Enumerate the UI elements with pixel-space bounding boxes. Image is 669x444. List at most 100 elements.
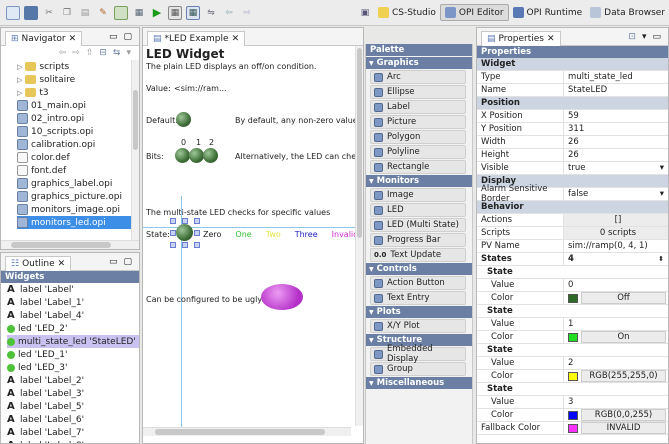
close-icon[interactable]: ✕: [232, 34, 240, 44]
led-bit-1[interactable]: [189, 148, 204, 163]
layout-icon[interactable]: ▦: [132, 6, 146, 20]
tree-item[interactable]: monitors_textupdate.o: [17, 229, 139, 230]
properties-tab[interactable]: ▤ Properties ✕: [481, 30, 561, 46]
palette-item[interactable]: Polygon: [370, 130, 466, 144]
outline-item[interactable]: multi_state_led 'StateLED': [7, 335, 139, 348]
collapse-all-icon[interactable]: ⊟: [99, 48, 107, 58]
property-value[interactable]: sim://ramp(0, 4, 1): [563, 240, 668, 252]
dropdown-arrow-icon[interactable]: ▾: [660, 189, 668, 199]
tree-item[interactable]: graphics_label.opi: [17, 177, 139, 190]
value-text-update[interactable]: <sim://ram...: [174, 84, 227, 93]
color-value-button[interactable]: On: [581, 331, 666, 343]
palette-item[interactable]: Action Button: [370, 276, 466, 290]
property-value[interactable]: Off: [563, 292, 668, 304]
property-row[interactable]: X Position 59: [477, 110, 668, 123]
property-row[interactable]: Value 1: [477, 318, 668, 331]
perspective-icon[interactable]: ▣: [358, 6, 372, 20]
resize-handle[interactable]: [170, 242, 176, 248]
property-row[interactable]: Height 26: [477, 149, 668, 162]
outline-item[interactable]: Alabel 'Label_6': [7, 413, 139, 426]
back-icon[interactable]: ⇦: [59, 48, 67, 58]
resize-handle[interactable]: [170, 230, 176, 236]
palette-item[interactable]: LED (Multi State): [370, 218, 466, 232]
property-value[interactable]: StateLED: [563, 84, 668, 96]
snap-icon[interactable]: ▦: [186, 5, 200, 20]
align-icon[interactable]: ⇋: [204, 6, 218, 20]
editor-canvas[interactable]: LED Widget The plain LED displays an off…: [143, 46, 363, 436]
palette-item[interactable]: Ellipse: [370, 85, 466, 99]
expand-arrow-icon[interactable]: ▷: [17, 63, 22, 71]
palette-item[interactable]: Rectangle: [370, 160, 466, 174]
color-value-button[interactable]: RGB(0,0,255): [581, 409, 666, 421]
property-row[interactable]: Name StateLED: [477, 84, 668, 97]
property-value[interactable]: false ▾: [563, 188, 668, 200]
edit-icon[interactable]: ✎: [96, 6, 110, 20]
navigator-hscrollbar[interactable]: [1, 240, 139, 249]
property-row[interactable]: Color RGB(0,0,255): [477, 409, 668, 422]
property-row[interactable]: PV Name sim://ramp(0, 4, 1): [477, 240, 668, 253]
property-value[interactable]: 3: [563, 396, 668, 408]
navigator-vscrollbar[interactable]: [131, 60, 139, 240]
editor-tab[interactable]: ▤ *LED Example ✕: [147, 30, 246, 46]
property-value[interactable]: 0 scripts: [563, 227, 668, 239]
property-category[interactable]: Behavior: [477, 201, 668, 214]
resize-handle[interactable]: [194, 218, 200, 224]
property-value[interactable]: 1: [563, 318, 668, 330]
property-row[interactable]: Value 2: [477, 357, 668, 370]
palette-item[interactable]: Group: [370, 362, 466, 376]
property-value[interactable]: true ▾: [563, 162, 668, 174]
color-value-button[interactable]: RGB(255,255,0): [581, 370, 666, 382]
palette-group-controls[interactable]: ▼ Controls: [366, 263, 472, 275]
property-row[interactable]: States 4 ⬍: [477, 253, 668, 266]
outline-item[interactable]: Alabel 'Label_5': [7, 400, 139, 413]
palette-item[interactable]: Embedded Display: [370, 344, 466, 364]
save-icon[interactable]: [24, 5, 38, 20]
outline-item[interactable]: Alabel 'Label': [7, 283, 139, 296]
property-value[interactable]: 26: [563, 136, 668, 148]
outline-item[interactable]: Alabel 'Label_4': [7, 309, 139, 322]
perspective-cs-studio[interactable]: CS-Studio: [374, 7, 440, 18]
maximize-icon[interactable]: ▢: [120, 257, 135, 267]
property-row[interactable]: Scripts 0 scripts: [477, 227, 668, 240]
palette-item[interactable]: X/Y Plot: [370, 319, 466, 333]
maximize-icon[interactable]: ▢: [120, 32, 135, 42]
property-value[interactable]: multi_state_led: [563, 71, 668, 83]
expand-arrow-icon[interactable]: ▷: [17, 89, 22, 97]
property-row[interactable]: Color On: [477, 331, 668, 344]
outline-item[interactable]: led 'LED_1': [7, 348, 139, 361]
scroll-thumb[interactable]: [155, 429, 325, 435]
paste-icon[interactable]: ▤: [78, 6, 92, 20]
tree-item[interactable]: font.def: [17, 164, 139, 177]
property-row[interactable]: Alarm Sensitive Border false ▾: [477, 184, 668, 204]
palette-item[interactable]: Progress Bar: [370, 233, 466, 247]
resize-handle[interactable]: [194, 242, 200, 248]
property-row[interactable]: Actions []: [477, 214, 668, 227]
tree-item[interactable]: ▷ scripts: [17, 60, 139, 73]
led-bit-0[interactable]: [175, 148, 190, 163]
outline-item[interactable]: Alabel 'Label_2': [7, 374, 139, 387]
palette-item[interactable]: Arc: [370, 70, 466, 84]
cut-icon[interactable]: ✂: [42, 6, 56, 20]
scroll-thumb[interactable]: [133, 90, 138, 150]
palette-item[interactable]: Label: [370, 100, 466, 114]
tree-item[interactable]: color.def: [17, 151, 139, 164]
property-row[interactable]: Value 3: [477, 396, 668, 409]
palette-item[interactable]: 0.0 Text Update: [370, 248, 466, 262]
property-row[interactable]: Value 0: [477, 279, 668, 292]
minimize-icon[interactable]: ▭: [106, 257, 121, 267]
tree-item[interactable]: graphics_picture.opi: [17, 190, 139, 203]
perspective-opi-runtime[interactable]: OPI Runtime: [509, 7, 587, 18]
ugly-led-ellipse[interactable]: [261, 284, 303, 310]
close-icon[interactable]: ✕: [547, 34, 555, 44]
perspective-data-browser[interactable]: Data Browser: [586, 7, 669, 18]
outline-item[interactable]: Alabel 'Label_7': [7, 426, 139, 439]
resize-handle[interactable]: [194, 230, 200, 236]
up-icon[interactable]: ⇧: [86, 48, 94, 58]
palette-item[interactable]: Picture: [370, 115, 466, 129]
outline-item[interactable]: led 'LED_2': [7, 322, 139, 335]
minimize-icon[interactable]: ▭: [649, 32, 664, 42]
tree-item[interactable]: monitors_led.opi: [17, 216, 139, 229]
property-row[interactable]: Color Off: [477, 292, 668, 305]
property-row[interactable]: Type multi_state_led: [477, 71, 668, 84]
view-menu-icon[interactable]: ▾: [639, 32, 650, 42]
